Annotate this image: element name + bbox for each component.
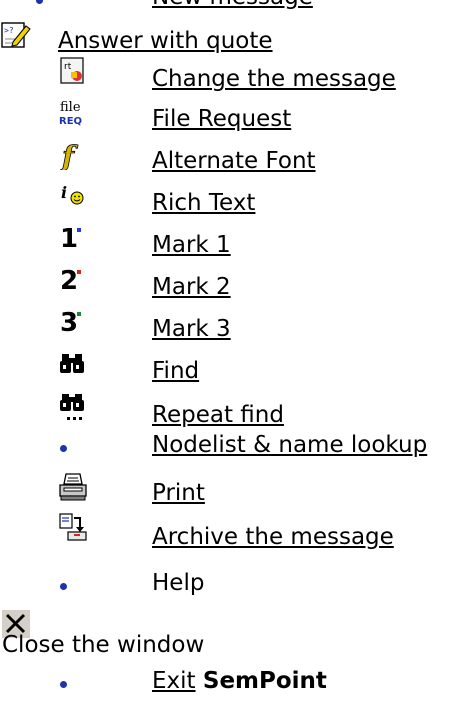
bullet-icon [36, 0, 43, 4]
close-window-label: Close the window [2, 632, 205, 658]
menu-item-alternate-font[interactable]: f Alternate Font [0, 138, 476, 174]
menu-item-help: Help [0, 568, 476, 602]
menu-item-new-message[interactable]: New message [0, 0, 476, 16]
menu-item-nodelist[interactable]: Nodelist & name lookup [0, 430, 476, 464]
help-label: Help [152, 570, 205, 596]
file-request-link[interactable]: File Request [152, 104, 291, 134]
printer-icon [59, 473, 87, 501]
archive-icon [59, 513, 87, 541]
menu-item-change-message[interactable]: rt Change the message [0, 54, 476, 92]
menu-item-repeat-find[interactable]: Repeat find [0, 390, 476, 428]
mark-1-link[interactable]: Mark 1 [152, 230, 231, 260]
rich-text-icon: i [61, 183, 84, 205]
mark-2-icon: 2 [58, 266, 88, 296]
svg-text:i: i [61, 183, 67, 202]
svg-text:file: file [60, 100, 81, 115]
answer-with-quote-link[interactable]: Answer with quote [58, 26, 273, 56]
change-message-link[interactable]: Change the message [152, 64, 396, 94]
bullet-icon [60, 583, 67, 590]
find-link[interactable]: Find [152, 356, 199, 386]
change-message-icon: rt [60, 57, 84, 84]
exit-link[interactable]: Exit [152, 668, 196, 694]
app-name: SemPoint [202, 668, 327, 694]
binoculars-icon [60, 354, 84, 373]
menu-item-find[interactable]: Find [0, 348, 476, 384]
menu-item-mark-2[interactable]: 2 Mark 2 [0, 264, 476, 300]
menu-item-exit[interactable]: Exit SemPoint [0, 666, 476, 700]
menu-item-mark-3[interactable]: 3 Mark 3 [0, 306, 476, 342]
svg-text:rt: rt [64, 62, 72, 72]
menu-item-print[interactable]: Print [0, 470, 476, 506]
mark-3-icon: 3 [58, 308, 88, 338]
svg-text:f: f [60, 140, 79, 170]
menu-item-close-window: Close the window [0, 610, 476, 658]
bullet-icon [60, 445, 67, 452]
menu-item-mark-1[interactable]: 1 Mark 1 [0, 222, 476, 258]
file-request-icon: file REQ [59, 100, 82, 127]
menu-item-file-request[interactable]: file REQ File Request [0, 96, 476, 132]
bullet-icon [60, 681, 67, 688]
exit-label: Exit SemPoint [152, 666, 327, 696]
mark-3-link[interactable]: Mark 3 [152, 314, 231, 344]
new-message-link[interactable]: New message [152, 0, 313, 12]
alternate-font-link[interactable]: Alternate Font [152, 146, 316, 176]
mark-1-icon: 1 [58, 224, 88, 254]
archive-link[interactable]: Archive the message [152, 522, 394, 552]
alternate-font-icon: f [60, 140, 80, 170]
mark-2-link[interactable]: Mark 2 [152, 272, 231, 302]
menu-item-rich-text[interactable]: i Rich Text [0, 180, 476, 216]
repeat-find-link[interactable]: Repeat find [152, 400, 284, 430]
svg-text:REQ: REQ [59, 116, 82, 127]
nodelist-link[interactable]: Nodelist & name lookup [152, 430, 427, 460]
svg-text:>?: >? [4, 26, 14, 35]
binoculars-repeat-icon [60, 394, 84, 420]
menu-item-archive[interactable]: Archive the message [0, 510, 476, 550]
edit-quote-icon: >? [1, 22, 31, 48]
print-link[interactable]: Print [152, 478, 205, 508]
rich-text-link[interactable]: Rich Text [152, 188, 255, 218]
